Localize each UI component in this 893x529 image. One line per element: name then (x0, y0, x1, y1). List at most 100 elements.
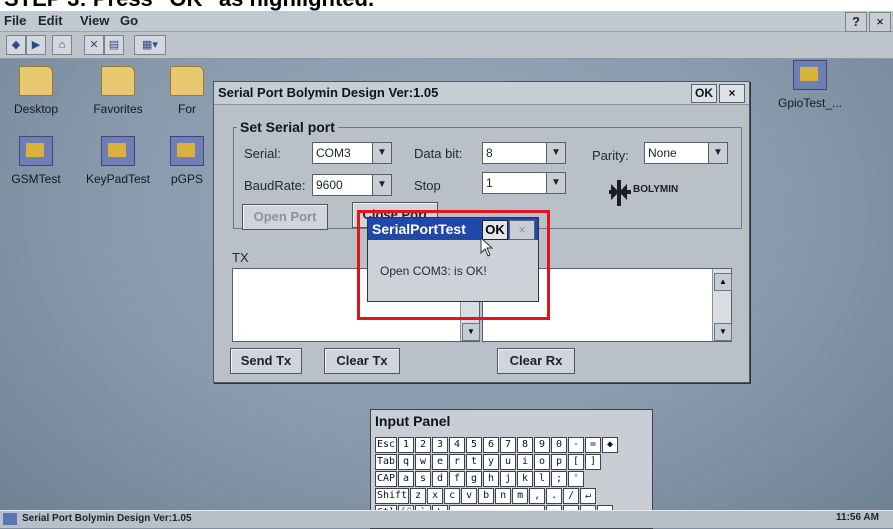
window-close-button[interactable]: × (719, 84, 745, 103)
clear-rx-button[interactable]: Clear Rx (497, 348, 575, 374)
key[interactable]: 6 (483, 437, 500, 453)
menu-edit[interactable]: Edit (38, 13, 63, 28)
key[interactable]: [ (568, 454, 585, 470)
key[interactable]: v (461, 488, 478, 504)
keyboard-row: CAP a s d f g h j k l; ' (375, 471, 585, 487)
backspace-key[interactable]: ◆ (602, 437, 619, 453)
key[interactable]: u (500, 454, 517, 470)
chevron-down-icon[interactable]: ▼ (372, 143, 391, 163)
desktop-icon-pgps[interactable]: pGPS (160, 136, 214, 186)
key[interactable]: / (563, 488, 580, 504)
key[interactable]: e (432, 454, 449, 470)
parity-label: Parity: (592, 148, 629, 163)
databit-select[interactable]: 8 ▼ (482, 142, 566, 164)
chevron-down-icon[interactable]: ▼ (546, 173, 565, 193)
serial-select[interactable]: COM3 ▼ (312, 142, 392, 164)
delete-icon[interactable]: ✕ (84, 35, 104, 55)
key[interactable]: , (529, 488, 546, 504)
key[interactable]: j (500, 471, 517, 487)
key[interactable]: n (495, 488, 512, 504)
menu-view[interactable]: View (80, 13, 109, 28)
key[interactable]: p (551, 454, 568, 470)
close-icon[interactable]: × (869, 12, 891, 32)
key[interactable]: ; (551, 471, 568, 487)
desktop-icon-for[interactable]: For (160, 66, 214, 116)
bolymin-logo-icon (609, 180, 631, 206)
serial-value: COM3 (316, 146, 351, 160)
desktop-icon-keypadtest[interactable]: KeyPadTest (78, 136, 158, 186)
key[interactable]: r (449, 454, 466, 470)
chevron-down-icon[interactable]: ▼ (708, 143, 727, 163)
baudrate-select[interactable]: 9600 ▼ (312, 174, 392, 196)
group-title: Set Serial port (237, 119, 338, 135)
properties-icon[interactable]: ▤ (104, 35, 124, 55)
desktop-icon-desktop[interactable]: Desktop (0, 66, 76, 116)
tray-clock: 11:56 AM (836, 512, 879, 523)
key[interactable]: m (512, 488, 529, 504)
open-port-button[interactable]: Open Port (242, 204, 328, 230)
desktop-icon-gsmtest[interactable]: GSMTest (0, 136, 76, 186)
key[interactable]: 1 (398, 437, 415, 453)
menu-go[interactable]: Go (120, 13, 138, 28)
key[interactable]: ] (585, 454, 602, 470)
key[interactable]: = (585, 437, 602, 453)
menu-file[interactable]: File (4, 13, 26, 28)
help-button[interactable]: ? (845, 12, 867, 32)
key[interactable]: 9 (534, 437, 551, 453)
key[interactable]: 2 (415, 437, 432, 453)
folder-icon (101, 66, 135, 96)
key[interactable]: x (427, 488, 444, 504)
chevron-down-icon[interactable]: ▼ (546, 143, 565, 163)
views-icon[interactable]: ▦▾ (134, 35, 166, 55)
scroll-down-icon[interactable]: ▼ (462, 323, 480, 341)
key[interactable]: o (534, 454, 551, 470)
desktop-icon-favorites[interactable]: Favorites (78, 66, 158, 116)
key[interactable]: Shift (375, 488, 410, 504)
key[interactable]: q (398, 454, 415, 470)
key[interactable]: . (546, 488, 563, 504)
key[interactable]: 3 (432, 437, 449, 453)
key[interactable]: z (410, 488, 427, 504)
key[interactable]: a (398, 471, 415, 487)
scroll-down-icon[interactable]: ▼ (714, 323, 732, 341)
rx-scrollbar[interactable]: ▲ ▼ (712, 269, 732, 341)
key[interactable]: g (466, 471, 483, 487)
key[interactable]: - (568, 437, 585, 453)
start-icon[interactable] (3, 513, 17, 525)
key[interactable]: t (466, 454, 483, 470)
key[interactable]: l (534, 471, 551, 487)
window-ok-button[interactable]: OK (691, 84, 717, 103)
key[interactable]: f (449, 471, 466, 487)
key[interactable]: Tab (375, 454, 398, 470)
back-icon[interactable]: ◆ (6, 35, 26, 55)
key[interactable]: i (517, 454, 534, 470)
key[interactable]: 4 (449, 437, 466, 453)
key[interactable]: b (478, 488, 495, 504)
desktop-icon-gpiotest[interactable]: GpioTest_... (770, 60, 850, 110)
key[interactable]: k (517, 471, 534, 487)
key[interactable]: 8 (517, 437, 534, 453)
parity-select[interactable]: None ▼ (644, 142, 728, 164)
key[interactable]: 7 (500, 437, 517, 453)
key[interactable]: w (415, 454, 432, 470)
key[interactable]: ' (568, 471, 585, 487)
key[interactable]: s (415, 471, 432, 487)
app-icon (101, 136, 135, 166)
chevron-down-icon[interactable]: ▼ (372, 175, 391, 195)
send-tx-button[interactable]: Send Tx (230, 348, 302, 374)
up-icon[interactable]: ⌂ (52, 35, 72, 55)
key[interactable]: y (483, 454, 500, 470)
key[interactable]: h (483, 471, 500, 487)
clear-tx-button[interactable]: Clear Tx (324, 348, 400, 374)
key[interactable]: 0 (551, 437, 568, 453)
scroll-up-icon[interactable]: ▲ (714, 273, 732, 291)
key[interactable]: Esc (375, 437, 398, 453)
key[interactable]: c (444, 488, 461, 504)
stop-select[interactable]: 1 ▼ (482, 172, 566, 194)
enter-key[interactable]: ↵ (580, 488, 597, 504)
forward-icon[interactable]: ▶ (26, 35, 46, 55)
taskbar-item-serial-port[interactable]: Serial Port Bolymin Design Ver:1.05 (22, 513, 192, 524)
key[interactable]: d (432, 471, 449, 487)
key[interactable]: CAP (375, 471, 398, 487)
key[interactable]: 5 (466, 437, 483, 453)
